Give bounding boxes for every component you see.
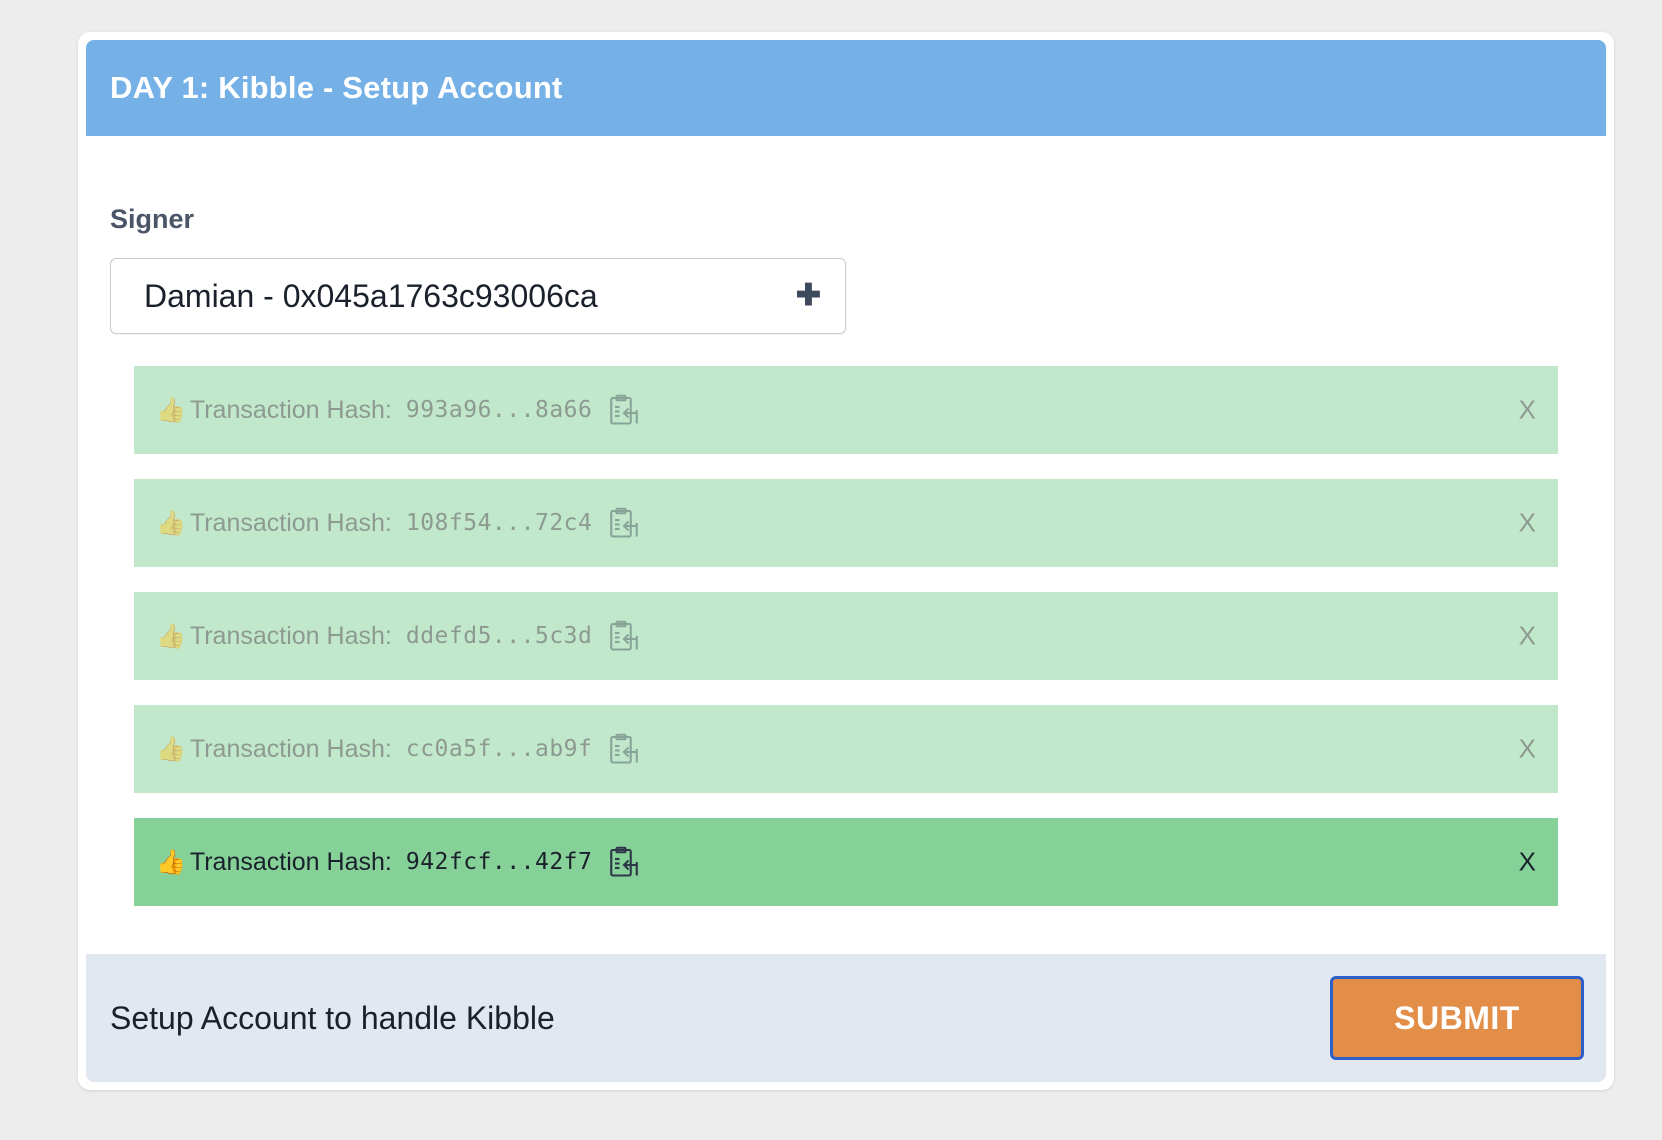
transaction-row: 👍 Transaction Hash: cc0a5f...ab9f X xyxy=(134,705,1558,793)
signer-label: Signer xyxy=(110,204,195,234)
transaction-hash-label: Transaction Hash: xyxy=(189,508,392,537)
thumbs-up-icon: 👍 xyxy=(156,735,186,763)
plus-icon[interactable]: ✚ xyxy=(796,281,821,311)
transaction-hash-value: cc0a5f...ab9f xyxy=(405,736,593,762)
transaction-row-active: 👍 Transaction Hash: 942fcf...42f7 X xyxy=(134,818,1558,906)
transaction-hash-value: 108f54...72c4 xyxy=(405,510,593,536)
thumbs-up-icon: 👍 xyxy=(156,848,186,876)
transaction-row: 👍 Transaction Hash: ddefd5...5c3d X xyxy=(134,592,1558,680)
transaction-hash-label: Transaction Hash: xyxy=(189,621,392,650)
dismiss-button[interactable]: X xyxy=(1519,395,1536,426)
transaction-hash-label: Transaction Hash: xyxy=(189,395,392,424)
transaction-hash-label: Transaction Hash: xyxy=(189,734,392,763)
transaction-hash-value: 993a96...8a66 xyxy=(405,397,593,423)
dismiss-button[interactable]: X xyxy=(1519,508,1536,539)
transaction-hash-value: 942fcf...42f7 xyxy=(405,849,593,875)
transaction-row: 👍 Transaction Hash: 993a96...8a66 X xyxy=(134,366,1558,454)
setup-account-card: DAY 1: Kibble - Setup Account Signer Dam… xyxy=(78,32,1614,1090)
transaction-list: 👍 Transaction Hash: 993a96...8a66 X 👍 Tr… xyxy=(134,366,1558,931)
submit-button[interactable]: SUBMIT xyxy=(1330,976,1584,1060)
dismiss-button[interactable]: X xyxy=(1519,621,1536,652)
page-title: DAY 1: Kibble - Setup Account xyxy=(110,70,563,105)
copy-clipboard-icon[interactable] xyxy=(606,844,642,880)
signer-select[interactable]: Damian - 0x045a1763c93006ca ✚ xyxy=(110,258,846,334)
copy-clipboard-icon[interactable] xyxy=(606,731,642,767)
copy-clipboard-icon[interactable] xyxy=(606,618,642,654)
transaction-hash-value: ddefd5...5c3d xyxy=(405,623,593,649)
thumbs-up-icon: 👍 xyxy=(156,622,186,650)
copy-clipboard-icon[interactable] xyxy=(606,392,642,428)
dismiss-button[interactable]: X xyxy=(1519,847,1536,878)
thumbs-up-icon: 👍 xyxy=(156,509,186,537)
transaction-row: 👍 Transaction Hash: 108f54...72c4 X xyxy=(134,479,1558,567)
copy-clipboard-icon[interactable] xyxy=(606,505,642,541)
thumbs-up-icon: 👍 xyxy=(156,396,186,424)
transaction-hash-label: Transaction Hash: xyxy=(189,847,392,876)
dismiss-button[interactable]: X xyxy=(1519,734,1536,765)
footer-description: Setup Account to handle Kibble xyxy=(110,999,555,1036)
card-footer: Setup Account to handle Kibble SUBMIT xyxy=(86,954,1606,1082)
card-header: DAY 1: Kibble - Setup Account xyxy=(86,40,1606,136)
signer-value: Damian - 0x045a1763c93006ca xyxy=(144,277,598,314)
